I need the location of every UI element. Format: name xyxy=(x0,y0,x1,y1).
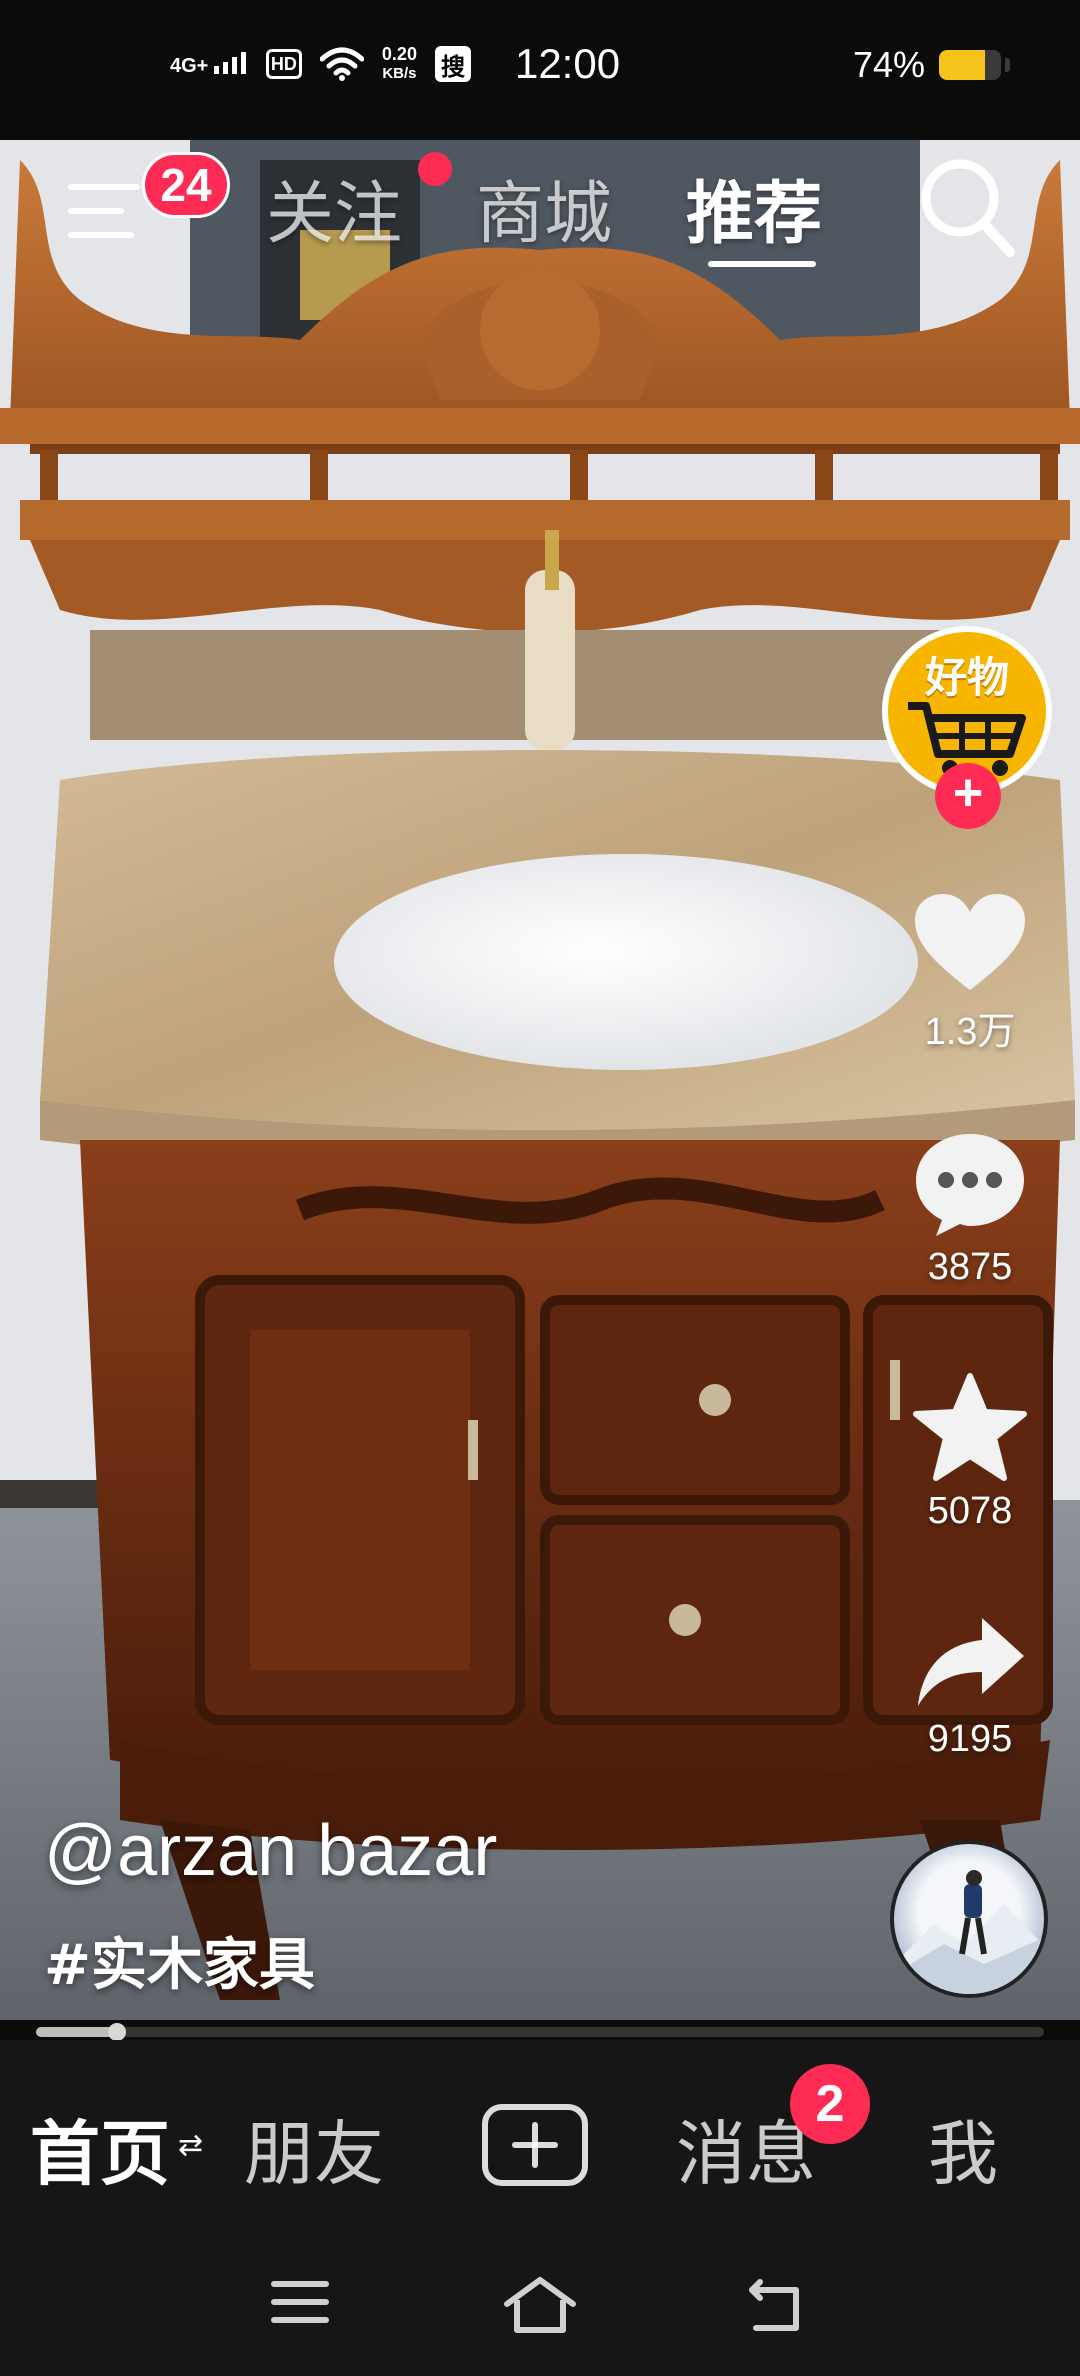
tab-recommended[interactable]: 推荐 xyxy=(686,158,822,257)
status-right: 74% xyxy=(853,44,1010,86)
network-indicator: 4G+ xyxy=(170,52,248,76)
home-icon[interactable] xyxy=(503,2276,577,2334)
nav-home[interactable]: 首页 xyxy=(30,2098,170,2199)
tab-mall[interactable]: 商城 xyxy=(476,158,612,257)
tab-recommended-label: 推荐 xyxy=(686,175,823,254)
tab-mall-label: 商城 xyxy=(476,175,613,254)
messages-badge: 2 xyxy=(790,2064,870,2144)
video-progress-knob[interactable] xyxy=(107,2023,126,2041)
back-icon[interactable] xyxy=(746,2276,810,2334)
shop-badge-label: 好物 xyxy=(924,653,1009,702)
status-left: 4G+ HD 0.20 KB/s 搜 12:00 xyxy=(170,40,620,88)
like-button[interactable]: 1.3万 xyxy=(880,890,1060,1055)
nav-friends[interactable]: 朋友 xyxy=(244,2098,384,2199)
recent-apps-icon[interactable] xyxy=(270,2276,330,2328)
favorite-count: 5078 xyxy=(927,1490,1013,1532)
search-app-icon: 搜 xyxy=(434,46,471,82)
battery-percent: 74% xyxy=(852,44,925,85)
tab-following-dot xyxy=(418,152,452,186)
battery-cap xyxy=(1005,58,1010,72)
system-navigation-bar xyxy=(0,2240,1080,2376)
nav-friends-label: 朋友 xyxy=(244,2113,384,2195)
comment-count: 3875 xyxy=(927,1246,1013,1288)
status-bar: 4G+ HD 0.20 KB/s 搜 12:00 74% xyxy=(0,0,1080,140)
music-disc-avatar[interactable] xyxy=(890,1840,1048,1998)
menu-notification-badge: 24 xyxy=(142,152,230,218)
share-count: 9195 xyxy=(927,1718,1013,1760)
network-speed: 0.20 KB/s xyxy=(382,45,417,83)
swap-icon[interactable]: ⇄ xyxy=(178,2128,203,2163)
like-count: 1.3万 xyxy=(924,1011,1016,1053)
bottom-navigation: 首页 ⇄ 朋友 消息 2 我 xyxy=(0,2040,1080,2240)
tab-following[interactable]: 关注 xyxy=(266,152,452,257)
wifi-icon xyxy=(319,47,364,81)
clock: 12:00 xyxy=(514,40,621,87)
nav-home-label: 首页 xyxy=(30,2113,170,2195)
heart-icon xyxy=(915,894,1025,990)
share-icon xyxy=(918,1618,1024,1706)
comment-icon xyxy=(916,1134,1024,1236)
menu-icon[interactable]: 24 xyxy=(68,152,230,244)
nav-me[interactable]: 我 xyxy=(928,2098,998,2199)
nav-messages-label: 消息 xyxy=(676,2113,816,2195)
nav-me-label: 我 xyxy=(928,2113,998,2195)
speed-unit: KB/s xyxy=(382,65,417,82)
follow-plus-button[interactable]: + xyxy=(935,763,1001,829)
create-post-button[interactable] xyxy=(482,2104,588,2186)
video-progress-fill xyxy=(36,2027,117,2037)
search-icon[interactable] xyxy=(918,152,1018,262)
hashtag-link[interactable]: #实木家具 xyxy=(44,1920,315,2001)
battery-icon xyxy=(939,50,1001,80)
hd-icon: HD xyxy=(265,49,302,79)
top-navigation: 24 关注 商城 推荐 xyxy=(0,140,1080,290)
network-type-label: 4G+ xyxy=(170,55,209,77)
active-tab-indicator xyxy=(708,261,816,267)
author-handle[interactable]: @arzan bazar xyxy=(44,1810,497,1892)
speed-value: 0.20 xyxy=(381,44,417,64)
tab-following-label: 关注 xyxy=(266,175,403,254)
share-button[interactable]: 9195 xyxy=(880,1612,1060,1761)
favorite-button[interactable]: 5078 xyxy=(880,1372,1060,1533)
signal-icon xyxy=(213,52,246,74)
comment-button[interactable]: 3875 xyxy=(880,1130,1060,1289)
video-progress-bar[interactable] xyxy=(36,2023,1044,2041)
battery-fill xyxy=(939,50,985,80)
star-icon xyxy=(913,1373,1027,1481)
